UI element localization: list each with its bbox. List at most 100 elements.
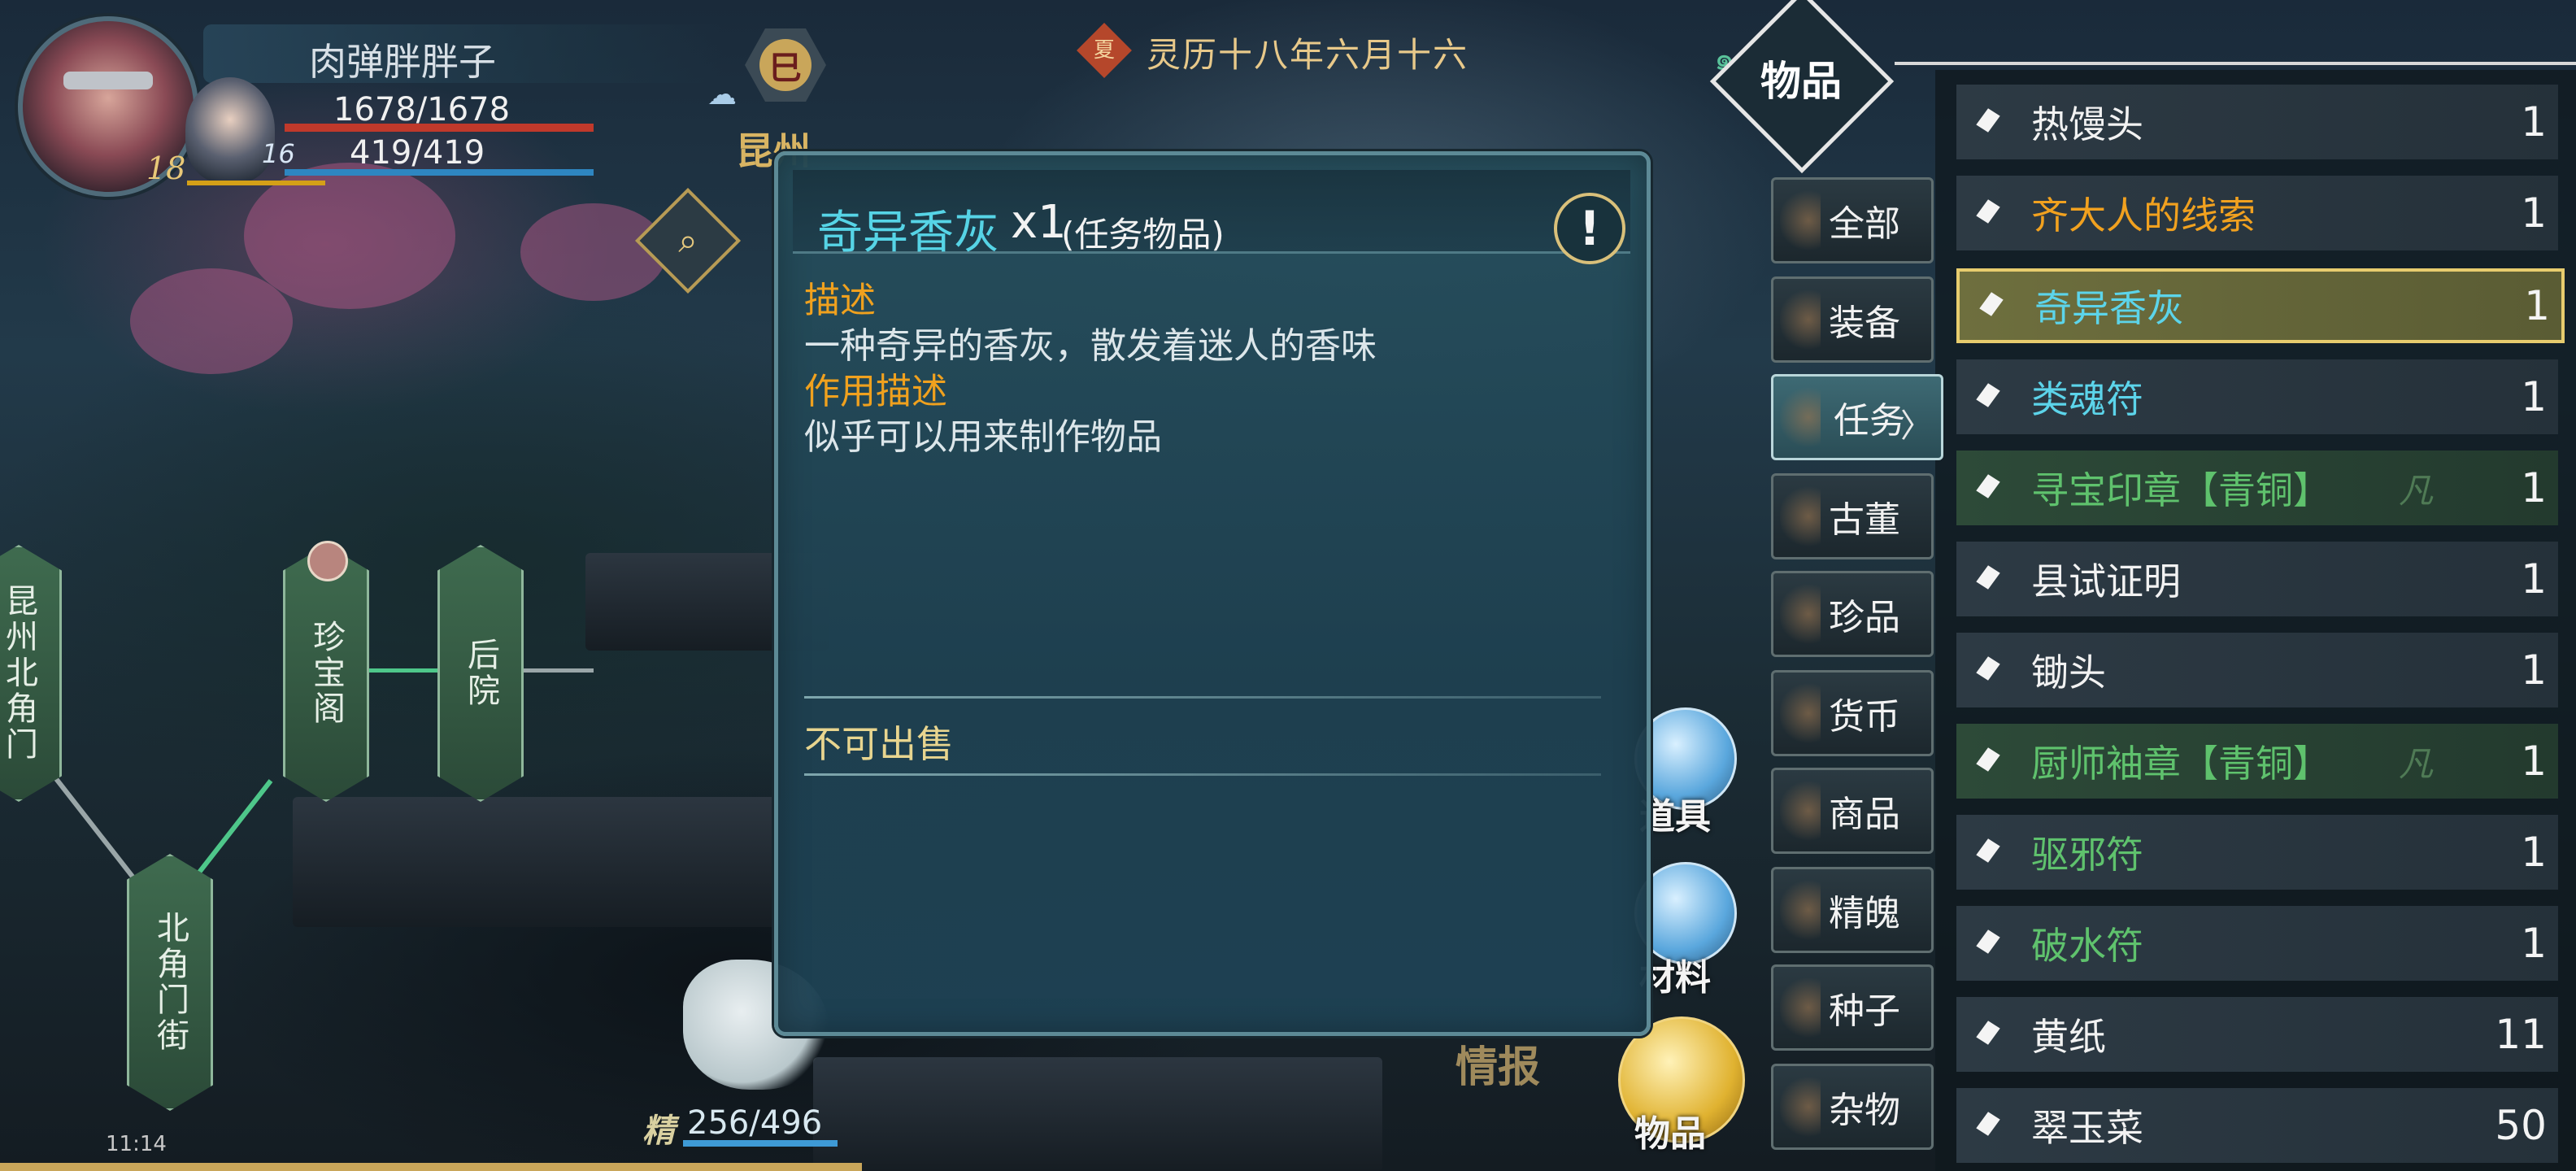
- building-roof: [813, 1057, 1382, 1171]
- inventory-item-row[interactable]: 寻宝印章【青铜】 凡 1: [1956, 451, 2558, 525]
- item-row-name: 类魂符: [2031, 377, 2143, 421]
- season-glyph: 夏: [1093, 38, 1115, 63]
- info-button[interactable]: 情报: [1456, 1033, 1540, 1094]
- divider: [804, 773, 1601, 776]
- tab-treasures[interactable]: 珍品: [1771, 571, 1934, 657]
- stamina-value: 256/496: [687, 1104, 823, 1142]
- inventory-item-row[interactable]: 锄头 1: [1956, 633, 2558, 707]
- cherry-blossom-tree: [130, 268, 293, 374]
- item-row-name: 锄头: [2031, 651, 2106, 694]
- map-node-north-gate-street[interactable]: 北角门街: [127, 854, 213, 1111]
- tab-quest[interactable]: 任务〉: [1771, 374, 1943, 460]
- building-roof: [293, 797, 781, 927]
- inventory-item-row[interactable]: 齐大人的线索 1: [1956, 176, 2558, 250]
- chevron-right-icon: 〉: [1900, 407, 1933, 445]
- item-row-count: 1: [2524, 282, 2550, 329]
- progress-strip: [0, 1163, 862, 1171]
- item-row-name: 驱邪符: [2031, 833, 2143, 877]
- inventory-item-row[interactable]: 县试证明 1: [1956, 542, 2558, 616]
- inventory-item-row[interactable]: 驱邪符 1: [1956, 815, 2558, 890]
- headband: [63, 72, 153, 89]
- inventory-item-row[interactable]: 类魂符 1: [1956, 359, 2558, 434]
- inventory-item-row[interactable]: 厨师袖章【青铜】 凡 1: [1956, 724, 2558, 799]
- rarity-label: 凡: [2398, 470, 2433, 511]
- calendar-date: 灵历十八年六月十六: [1147, 35, 1469, 75]
- usage-label: 作用描述: [804, 371, 947, 412]
- item-row-name: 热馒头: [2031, 102, 2143, 146]
- map-node-backyard[interactable]: 后院: [437, 545, 524, 802]
- sell-restriction: 不可出售: [804, 722, 954, 766]
- tab-antiques[interactable]: 古董: [1771, 473, 1934, 559]
- item-row-name: 厨师袖章【青铜】: [2031, 742, 2330, 786]
- cube-icon: [1974, 747, 2002, 775]
- cube-icon: [1974, 1021, 2002, 1048]
- inventory-item-row[interactable]: 黄纸 11: [1956, 997, 2558, 1072]
- item-row-count: 50: [2495, 1102, 2547, 1149]
- item-detail-dialog: 奇异香灰 x1 (任务物品) ! 描述 一种奇异的香灰，散发着迷人的香味 作用描…: [774, 151, 1651, 1036]
- tab-goods[interactable]: 商品: [1771, 768, 1934, 854]
- device-clock: 11:14: [106, 1132, 167, 1156]
- cube-icon: [1974, 656, 2002, 684]
- stamina-bar: [683, 1140, 838, 1147]
- exclamation-icon[interactable]: !: [1554, 193, 1625, 264]
- inventory-item-row-selected[interactable]: 奇异香灰 1: [1956, 268, 2565, 343]
- tab-currency[interactable]: 货币: [1771, 670, 1934, 756]
- inventory-item-row[interactable]: 翠玉菜 50: [1956, 1088, 2558, 1163]
- item-quantity: x1: [1011, 196, 1067, 249]
- player-level: 18: [146, 150, 186, 186]
- dialog-header: 奇异香灰 x1 (任务物品) !: [793, 170, 1630, 264]
- player-location-marker: [307, 541, 348, 581]
- item-row-count: 1: [2521, 738, 2547, 785]
- map-node-treasure-pavilion[interactable]: 珍宝阁: [283, 545, 369, 802]
- cube-icon: [1974, 199, 2002, 227]
- cherry-blossom-tree: [520, 203, 667, 301]
- item-row-count: 1: [2521, 464, 2547, 511]
- item-row-count: 1: [2521, 920, 2547, 967]
- item-row-count: 1: [2521, 98, 2547, 146]
- item-row-name: 寻宝印章【青铜】: [2031, 468, 2330, 512]
- item-row-count: 1: [2521, 189, 2547, 237]
- rain-cloud-icon: ☁: [707, 78, 737, 111]
- description-label: 描述: [804, 280, 876, 321]
- cube-icon: [1974, 838, 2002, 866]
- tab-all[interactable]: 全部: [1771, 177, 1934, 263]
- item-row-name: 破水符: [2031, 924, 2143, 968]
- item-row-name: 奇异香灰: [2034, 286, 2184, 330]
- item-name: 奇异香灰: [817, 207, 999, 259]
- item-row-name: 县试证明: [2031, 559, 2181, 603]
- stamina-icon: 精: [642, 1112, 675, 1150]
- item-row-name: 齐大人的线索: [2031, 194, 2256, 237]
- companion-level: 16: [262, 138, 295, 169]
- map-path: [520, 668, 594, 673]
- item-row-count: 1: [2521, 829, 2547, 876]
- item-row-count: 1: [2521, 646, 2547, 694]
- item-row-name: 翠玉菜: [2031, 1106, 2143, 1150]
- inventory-item-row[interactable]: 破水符 1: [1956, 906, 2558, 981]
- usage-text: 似乎可以用来制作物品: [804, 416, 1162, 458]
- cube-icon: [1974, 565, 2002, 593]
- map-node-kunzhou-north-gate[interactable]: 昆州北角门: [0, 545, 62, 802]
- header-line: [1895, 62, 2576, 65]
- player-name: 肉弹胖胖子: [309, 40, 496, 84]
- mp-bar: [285, 169, 594, 176]
- tab-spirits[interactable]: 精魄: [1771, 867, 1934, 953]
- inventory-item-row[interactable]: 热馒头 1: [1956, 85, 2558, 159]
- cube-icon: [1974, 929, 2002, 957]
- rarity-label: 凡: [2398, 743, 2433, 784]
- item-row-count: 1: [2521, 373, 2547, 420]
- item-row-name: 黄纸: [2031, 1015, 2106, 1059]
- time-glyph: 巳: [759, 39, 812, 91]
- map-path: [366, 668, 439, 673]
- items-button[interactable]: 物品: [1634, 1104, 1706, 1156]
- cube-icon: [1974, 108, 2002, 136]
- xp-bar: [187, 181, 325, 185]
- divider: [804, 696, 1601, 699]
- cube-icon: [1978, 292, 2005, 320]
- tab-equipment[interactable]: 装备: [1771, 276, 1934, 363]
- mp-value: 419/419: [350, 134, 485, 172]
- hp-bar: [285, 124, 594, 132]
- cube-icon: [1974, 474, 2002, 502]
- inventory-title: 物品: [1760, 58, 1842, 105]
- tab-misc[interactable]: 杂物: [1771, 1064, 1934, 1150]
- tab-seeds[interactable]: 种子: [1771, 964, 1934, 1051]
